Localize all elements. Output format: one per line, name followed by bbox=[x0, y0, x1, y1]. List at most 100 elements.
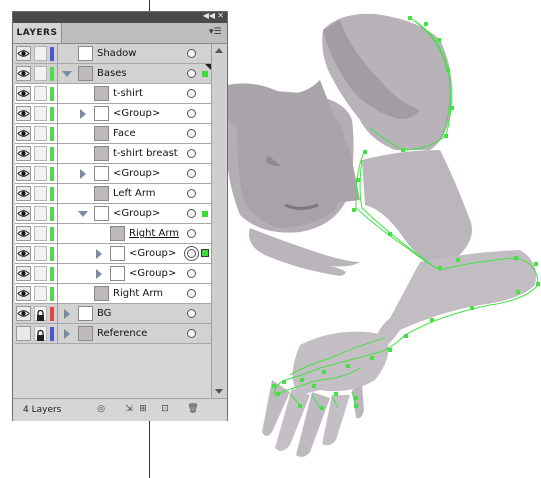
target-circle-icon[interactable] bbox=[187, 89, 196, 98]
visibility-eye-icon[interactable] bbox=[16, 86, 31, 101]
target-circle-icon[interactable] bbox=[187, 209, 196, 218]
layer-name[interactable]: t-shirt bbox=[113, 84, 143, 104]
expand-triangle-closed-icon[interactable] bbox=[80, 169, 86, 179]
panel-menu-icon[interactable]: ▾☰ bbox=[209, 27, 223, 38]
layer-row[interactable]: Left Arm bbox=[15, 184, 211, 204]
target-circle-icon[interactable] bbox=[187, 169, 196, 178]
layer-row[interactable]: Right Arm bbox=[15, 224, 211, 244]
layer-name[interactable]: <Group> bbox=[129, 264, 176, 284]
visibility-eye-icon[interactable] bbox=[16, 186, 31, 201]
visibility-eye-icon[interactable] bbox=[16, 66, 31, 81]
lock-toggle[interactable] bbox=[34, 46, 47, 61]
visibility-eye-icon[interactable] bbox=[16, 266, 31, 281]
layer-row[interactable]: <Group> bbox=[15, 264, 211, 284]
scroll-up-icon[interactable] bbox=[215, 48, 223, 53]
layer-name[interactable]: Right Arm bbox=[129, 224, 179, 244]
visibility-eye-icon[interactable] bbox=[16, 286, 31, 301]
lock-icon[interactable] bbox=[34, 326, 47, 341]
visibility-eye-icon[interactable] bbox=[16, 306, 31, 321]
lock-toggle[interactable] bbox=[34, 66, 47, 81]
close-panel-icon[interactable]: ✕ bbox=[217, 10, 224, 22]
lock-toggle[interactable] bbox=[34, 126, 47, 141]
layer-name[interactable]: Left Arm bbox=[113, 184, 156, 204]
target-circle-icon[interactable] bbox=[187, 109, 196, 118]
layer-name[interactable]: Shadow bbox=[97, 44, 136, 64]
visibility-eye-icon[interactable] bbox=[16, 126, 31, 141]
layer-row[interactable]: <Group> bbox=[15, 104, 211, 124]
target-circle-icon[interactable] bbox=[187, 289, 196, 298]
target-circle-icon[interactable] bbox=[187, 49, 196, 58]
collapse-panel-icon[interactable]: ◀◀ bbox=[203, 10, 215, 22]
tab-layers[interactable]: LAYERS bbox=[13, 23, 62, 43]
layer-row[interactable]: Shadow bbox=[15, 44, 211, 64]
selection-indicator[interactable] bbox=[202, 211, 208, 217]
expand-triangle-closed-icon[interactable] bbox=[64, 309, 70, 319]
visibility-eye-icon[interactable] bbox=[16, 146, 31, 161]
lock-toggle[interactable] bbox=[34, 106, 47, 121]
layer-name[interactable]: Reference bbox=[97, 324, 147, 344]
selection-indicator[interactable] bbox=[202, 71, 208, 77]
target-circle-icon[interactable] bbox=[187, 129, 196, 138]
target-circle-icon[interactable] bbox=[187, 69, 196, 78]
expand-triangle-closed-icon[interactable] bbox=[96, 269, 102, 279]
layer-name[interactable]: <Group> bbox=[113, 104, 160, 124]
lock-toggle[interactable] bbox=[34, 166, 47, 181]
visibility-eye-icon[interactable] bbox=[16, 46, 31, 61]
layer-row[interactable]: Bases bbox=[15, 64, 211, 84]
layer-name[interactable]: <Group> bbox=[113, 204, 160, 224]
layer-name[interactable]: Face bbox=[113, 124, 136, 144]
lock-toggle[interactable] bbox=[34, 86, 47, 101]
target-circle-icon[interactable] bbox=[187, 249, 196, 258]
layer-name[interactable]: <Group> bbox=[113, 164, 160, 184]
layer-thumbnail bbox=[94, 206, 109, 221]
target-circle-icon[interactable] bbox=[187, 309, 196, 318]
target-circle-icon[interactable] bbox=[187, 229, 196, 238]
lock-toggle[interactable] bbox=[34, 226, 47, 241]
lock-toggle[interactable] bbox=[34, 206, 47, 221]
layer-row[interactable]: <Group> bbox=[15, 244, 211, 264]
layer-row[interactable]: Reference bbox=[15, 324, 211, 344]
layer-name[interactable]: <Group> bbox=[129, 244, 176, 264]
expand-triangle-closed-icon[interactable] bbox=[96, 249, 102, 259]
create-sublayer-icon[interactable]: ⊞ bbox=[137, 404, 149, 415]
layer-row[interactable]: Right Arm bbox=[15, 284, 211, 304]
expand-triangle-open-icon[interactable] bbox=[78, 211, 88, 217]
lock-toggle[interactable] bbox=[34, 266, 47, 281]
layer-row[interactable]: <Group> bbox=[15, 204, 211, 224]
layer-row[interactable]: t-shirt breast bbox=[15, 144, 211, 164]
locate-object-icon[interactable]: ◎ bbox=[95, 404, 107, 415]
panel-title-bar[interactable]: ◀◀ ✕ bbox=[13, 10, 227, 23]
visibility-eye-icon[interactable] bbox=[16, 226, 31, 241]
layer-name[interactable]: Right Arm bbox=[113, 284, 163, 304]
target-circle-icon[interactable] bbox=[187, 149, 196, 158]
layer-name[interactable]: Bases bbox=[97, 64, 127, 84]
visibility-off-icon[interactable] bbox=[16, 326, 31, 341]
delete-icon[interactable]: 🗑 bbox=[187, 404, 199, 415]
expand-triangle-open-icon[interactable] bbox=[62, 71, 72, 77]
layer-name[interactable]: t-shirt breast bbox=[113, 144, 178, 164]
make-clipping-mask-icon[interactable]: ⇲ bbox=[123, 404, 135, 415]
target-circle-icon[interactable] bbox=[187, 189, 196, 198]
layers-scrollbar[interactable] bbox=[211, 44, 226, 398]
lock-toggle[interactable] bbox=[34, 146, 47, 161]
layer-row[interactable]: BG bbox=[15, 304, 211, 324]
selection-indicator[interactable] bbox=[201, 249, 209, 257]
target-circle-icon[interactable] bbox=[187, 329, 196, 338]
visibility-eye-icon[interactable] bbox=[16, 166, 31, 181]
visibility-eye-icon[interactable] bbox=[16, 106, 31, 121]
layer-name[interactable]: BG bbox=[97, 304, 111, 324]
lock-toggle[interactable] bbox=[34, 246, 47, 261]
create-new-layer-icon[interactable]: ⊡ bbox=[159, 404, 171, 415]
expand-triangle-closed-icon[interactable] bbox=[80, 109, 86, 119]
layer-row[interactable]: Face bbox=[15, 124, 211, 144]
visibility-eye-icon[interactable] bbox=[16, 206, 31, 221]
layer-row[interactable]: t-shirt bbox=[15, 84, 211, 104]
layer-row[interactable]: <Group> bbox=[15, 164, 211, 184]
scroll-down-icon[interactable] bbox=[215, 389, 223, 394]
visibility-eye-icon[interactable] bbox=[16, 246, 31, 261]
lock-toggle[interactable] bbox=[34, 186, 47, 201]
expand-triangle-closed-icon[interactable] bbox=[64, 329, 70, 339]
target-circle-icon[interactable] bbox=[187, 269, 196, 278]
lock-toggle[interactable] bbox=[34, 286, 47, 301]
lock-icon[interactable] bbox=[34, 306, 47, 321]
